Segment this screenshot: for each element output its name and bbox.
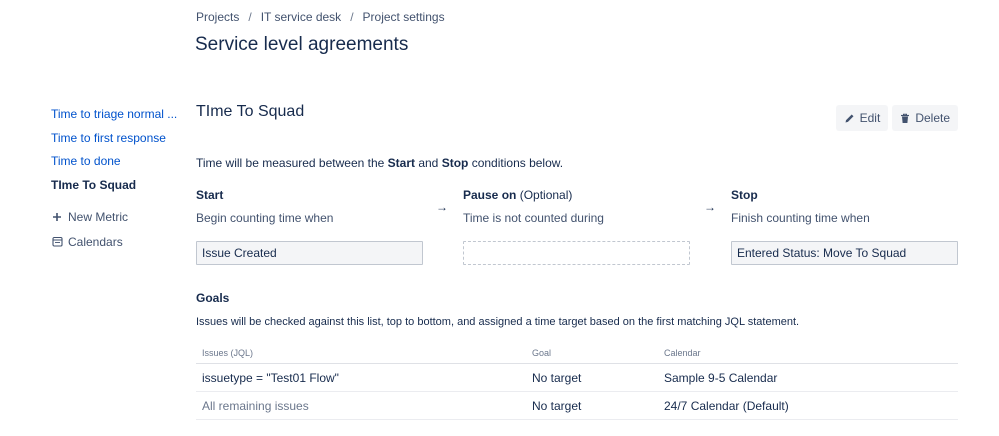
stop-condition: Stop Finish counting time when Entered S…	[731, 188, 958, 265]
pause-condition-field[interactable]	[463, 241, 690, 265]
row-jql: All remaining issues	[196, 391, 526, 420]
arrow-icon: →	[704, 200, 716, 214]
sidebar-item-time-to-triage[interactable]: Time to triage normal ...	[51, 107, 181, 131]
breadcrumb-project-settings[interactable]: Project settings	[363, 10, 445, 24]
row-calendar: 24/7 Calendar (Default)	[658, 391, 958, 420]
breadcrumb-separator: /	[248, 10, 252, 24]
calendars-label: Calendars	[68, 234, 123, 249]
pencil-icon	[845, 114, 854, 122]
calendars-link[interactable]: Calendars	[51, 232, 181, 252]
row-jql: issuetype = "Test01 Flow"	[196, 363, 526, 392]
pause-title: Pause on (Optional)	[463, 188, 573, 202]
new-metric-label: New Metric	[68, 210, 129, 225]
trash-icon	[901, 113, 910, 123]
goals-table: Issues (JQL) Goal Calendar issuetype = "…	[196, 343, 958, 420]
goals-table-header: Issues (JQL) Goal Calendar	[196, 343, 958, 364]
table-row[interactable]: All remaining issues No target 24/7 Cale…	[196, 391, 958, 420]
arrow-icon: →	[436, 200, 448, 214]
pause-condition: Pause on (Optional) Time is not counted …	[463, 188, 690, 265]
calendar-icon	[51, 236, 63, 248]
delete-label: Delete	[915, 111, 950, 125]
pause-description: Time is not counted during	[463, 211, 604, 225]
sidebar-item-time-to-first-response[interactable]: Time to first response	[51, 131, 181, 155]
column-header-calendar: Calendar	[658, 343, 958, 364]
start-description: Begin counting time when	[196, 211, 334, 225]
page-title: Service level agreements	[195, 34, 409, 55]
sidebar-item-time-to-squad[interactable]: TIme To Squad	[51, 178, 181, 202]
edit-label: Edit	[859, 111, 881, 125]
column-header-jql: Issues (JQL)	[196, 343, 526, 364]
start-condition-field[interactable]: Issue Created	[196, 241, 423, 265]
breadcrumb: Projects / IT service desk / Project set…	[196, 10, 445, 24]
edit-button[interactable]: Edit	[835, 105, 889, 131]
sidebar-item-time-to-done[interactable]: Time to done	[51, 154, 181, 178]
column-header-goal: Goal	[526, 343, 658, 364]
row-calendar: Sample 9-5 Calendar	[658, 363, 958, 392]
metric-title: TIme To Squad	[196, 103, 305, 120]
breadcrumb-projects[interactable]: Projects	[196, 10, 239, 24]
pause-optional-label: (Optional)	[519, 188, 573, 202]
measure-statement: Time will be measured between the Start …	[196, 156, 564, 170]
goals-heading: Goals	[196, 291, 230, 305]
stop-title: Stop	[731, 188, 758, 202]
delete-button[interactable]: Delete	[892, 105, 958, 131]
goals-description: Issues will be checked against this list…	[196, 316, 800, 328]
row-goal: No target	[526, 391, 658, 420]
plus-icon	[51, 211, 63, 223]
stop-description: Finish counting time when	[731, 211, 870, 225]
stop-condition-field[interactable]: Entered Status: Move To Squad	[731, 241, 958, 265]
metric-actions: Edit Delete	[835, 105, 958, 131]
start-title: Start	[196, 188, 224, 202]
new-metric-button[interactable]: New Metric	[51, 203, 181, 232]
sla-sidebar: Time to triage normal ... Time to first …	[51, 107, 181, 252]
start-condition: Start Begin counting time when Issue Cre…	[196, 188, 423, 265]
breadcrumb-separator: /	[350, 10, 354, 24]
table-row[interactable]: issuetype = "Test01 Flow" No target Samp…	[196, 363, 958, 392]
row-goal: No target	[526, 363, 658, 392]
breadcrumb-it-service-desk[interactable]: IT service desk	[261, 10, 341, 24]
